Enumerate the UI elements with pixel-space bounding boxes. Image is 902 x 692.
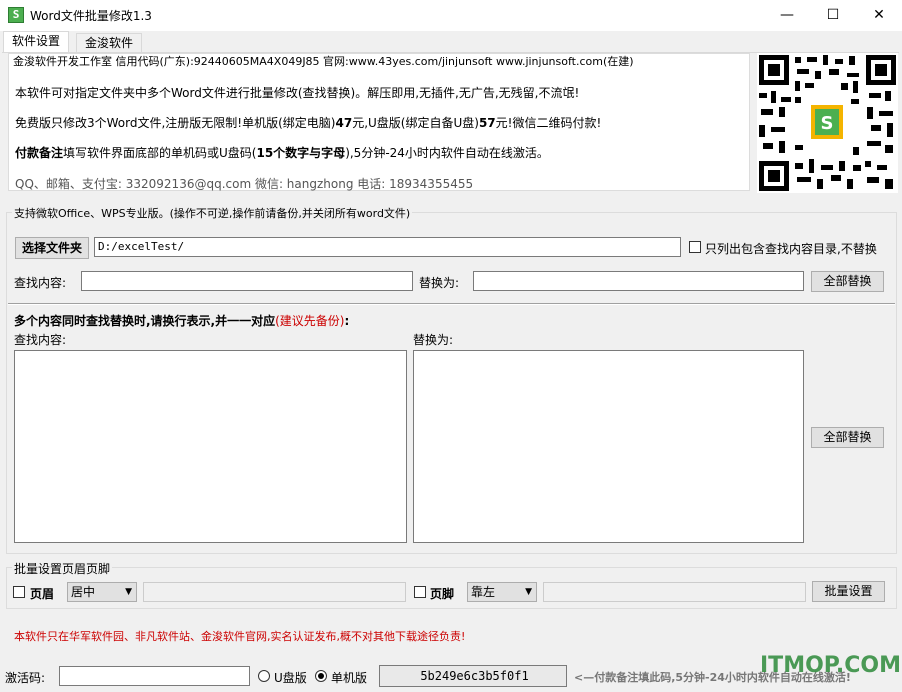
only-list-checkbox[interactable] <box>689 241 701 253</box>
replace-area-label: 替换为: <box>413 333 454 347</box>
app-icon: S <box>8 7 24 23</box>
chevron-down-icon: ▼ <box>125 587 132 597</box>
watermark-logo: ITMOP.COM <box>760 653 901 678</box>
header-align-select[interactable]: 居中 ▼ <box>67 582 137 602</box>
footer-label: 页脚 <box>430 587 455 601</box>
footer-align-select[interactable]: 靠左 ▼ <box>467 582 537 602</box>
usb-version-radio[interactable] <box>258 670 270 682</box>
qr-code-image: S <box>757 53 898 193</box>
pc-version-label: 单机版 <box>331 671 368 685</box>
window-title: Word文件批量修改1.3 <box>30 9 152 23</box>
svg-text:S: S <box>821 113 834 134</box>
tab-software-settings[interactable]: 软件设置 <box>3 31 70 53</box>
header-checkbox[interactable] <box>13 586 25 598</box>
replace-textarea[interactable] <box>413 350 804 543</box>
footer-checkbox[interactable] <box>414 586 426 598</box>
intro-text: 本软件可对指定文件夹中多个Word文件进行批量修改(查找替换)。解压即用,无插件… <box>15 86 580 100</box>
maximize-button[interactable]: ☐ <box>810 0 856 31</box>
header-label: 页眉 <box>30 587 55 601</box>
pc-version-radio[interactable] <box>315 670 327 682</box>
multi-replace-heading: 多个内容同时查找替换时,请换行表示,并一一对应(建议先备份): <box>14 314 350 328</box>
pricing-text: 免费版只修改3个Word文件,注册版无限制!单机版(绑定电脑)47元,U盘版(绑… <box>15 116 602 130</box>
choose-folder-button[interactable]: 选择文件夹 <box>15 237 89 259</box>
find-textarea[interactable] <box>14 350 407 543</box>
company-info: 金浚软件开发工作室 信用代码(广东):92440605MA4X049J85 官网… <box>13 55 634 68</box>
find-replace-legend: 支持微软Office、WPS专业版。(操作不可逆,操作前请备份,并关闭所有wor… <box>12 205 413 221</box>
find-input[interactable] <box>81 271 413 291</box>
header-text-input[interactable] <box>143 582 406 602</box>
replace-input[interactable] <box>473 271 804 291</box>
header-footer-legend: 批量设置页眉页脚 <box>12 560 113 577</box>
usb-version-label: U盘版 <box>274 671 307 685</box>
minimize-button[interactable]: — <box>764 0 810 31</box>
activation-code-input[interactable] <box>59 666 250 686</box>
chevron-down-icon: ▼ <box>525 587 532 597</box>
payment-note: 付款备注填写软件界面底部的单机码或U盘码(15个数字与字母),5分钟-24小时内… <box>15 146 549 160</box>
header-align-value: 居中 <box>71 585 96 599</box>
contact-info: QQ、邮箱、支付宝: 332092136@qq.com 微信: hangzhon… <box>15 177 474 191</box>
close-button[interactable]: ✕ <box>856 0 902 31</box>
only-list-label: 只列出包含查找内容目录,不替换 <box>705 242 877 256</box>
find-label: 查找内容: <box>14 276 67 290</box>
replace-all-multi-button[interactable]: 全部替换 <box>811 427 884 448</box>
distribution-notice: 本软件只在华军软件园、非凡软件站、金浚软件官网,实名认证发布,概不对其他下载途径… <box>14 630 466 643</box>
tab-jinjun-software[interactable]: 金浚软件 <box>76 33 143 53</box>
divider <box>8 303 895 305</box>
replace-all-button[interactable]: 全部替换 <box>811 271 884 292</box>
batch-set-button[interactable]: 批量设置 <box>812 581 885 602</box>
footer-text-input[interactable] <box>543 582 806 602</box>
folder-path-input[interactable]: D:/excelTest/ <box>94 237 681 257</box>
replace-label: 替换为: <box>419 276 460 290</box>
find-area-label: 查找内容: <box>14 333 67 347</box>
activation-label: 激活码: <box>5 671 46 685</box>
footer-align-value: 靠左 <box>471 585 496 599</box>
machine-code-field[interactable]: 5b249e6c3b5f0f1 <box>379 665 567 687</box>
